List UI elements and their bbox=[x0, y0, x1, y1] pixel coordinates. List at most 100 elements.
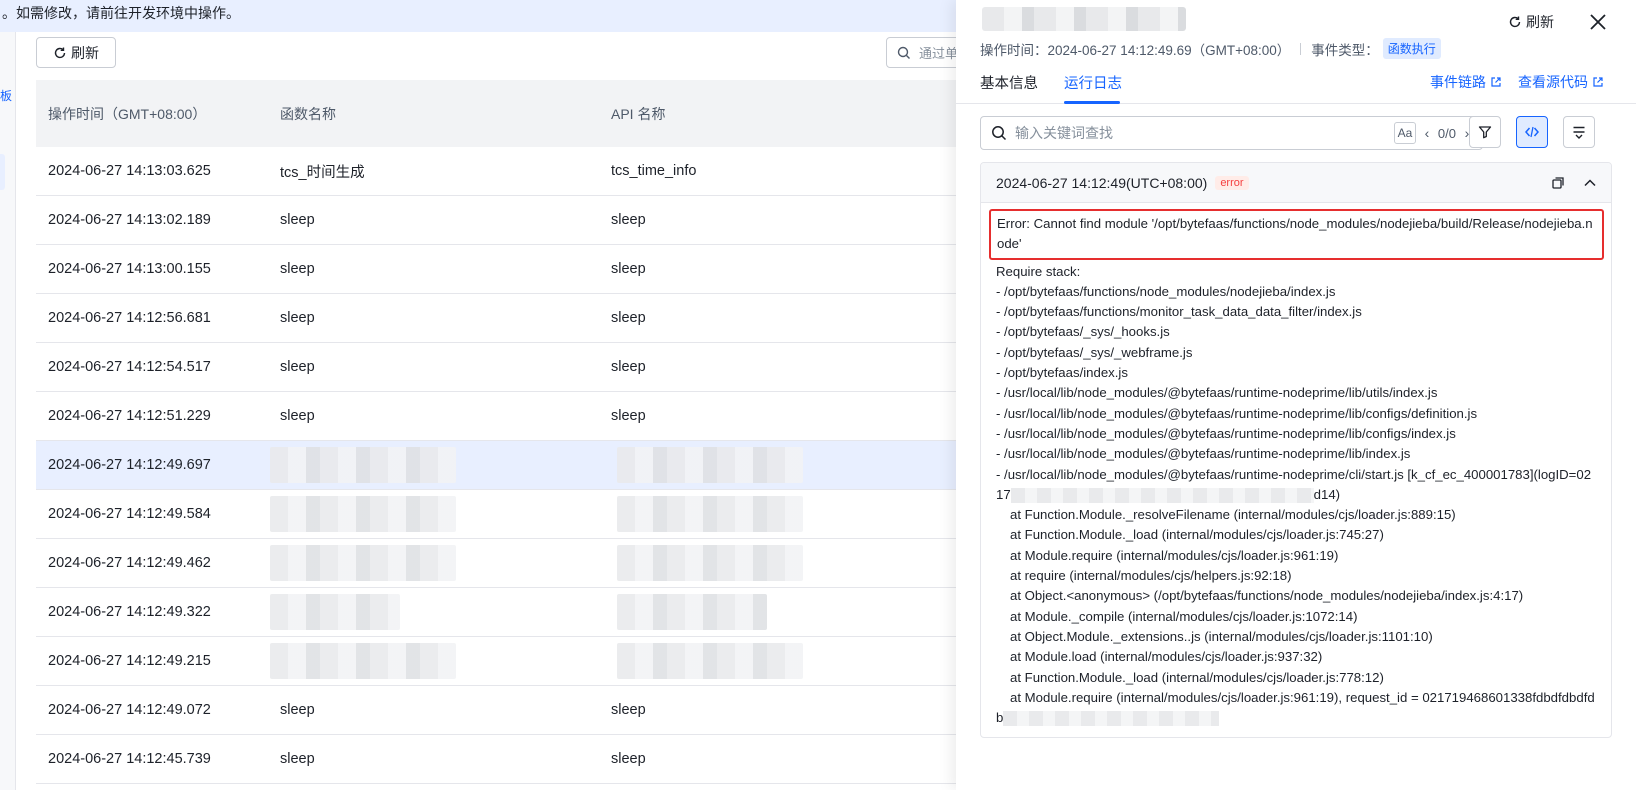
redacted-api-name bbox=[617, 594, 767, 630]
cell-api bbox=[599, 643, 956, 679]
cell-time: 2024-06-27 14:12:45.739 bbox=[48, 751, 211, 767]
function-log-page: 。如需修改，请前往开发环境中操作。 板 刷新 通过单 操作时间（GMT+08:0… bbox=[0, 0, 956, 790]
table-row[interactable]: 2024-06-27 14:12:54.517 sleep sleep bbox=[36, 343, 956, 392]
table-row[interactable]: 2024-06-27 14:12:49.072 sleep sleep bbox=[36, 686, 956, 735]
stack-frame-line: at Object.Module._extensions..js (intern… bbox=[1010, 628, 1433, 644]
keyword-search-input[interactable] bbox=[1015, 125, 1394, 141]
collapse-all-button[interactable] bbox=[1563, 116, 1595, 148]
cell-time: 2024-06-27 14:13:02.189 bbox=[48, 212, 211, 228]
search-icon bbox=[897, 46, 910, 59]
cell-api bbox=[599, 447, 956, 483]
cell-time: 2024-06-27 14:13:03.625 bbox=[48, 163, 211, 179]
table-row[interactable]: 2024-06-27 14:12:45.739 sleep sleep bbox=[36, 735, 956, 784]
cell-api: sleep bbox=[611, 212, 646, 228]
filter-search-placeholder: 通过单 bbox=[919, 46, 956, 61]
code-view-toggle[interactable] bbox=[1516, 116, 1548, 148]
chevron-up-icon[interactable] bbox=[1583, 176, 1597, 190]
drawer-refresh-button[interactable]: 刷新 bbox=[1508, 12, 1554, 32]
redacted-api-name bbox=[617, 545, 803, 581]
request-tail-prefix: b bbox=[996, 710, 1004, 726]
prev-match-icon[interactable]: ‹ bbox=[1420, 125, 1434, 141]
stack-line: - /usr/local/lib/node_modules/@bytefaas/… bbox=[996, 466, 1592, 482]
match-counter: 0/0 bbox=[1437, 125, 1456, 141]
event-trace-link[interactable]: 事件链路 bbox=[1430, 72, 1502, 92]
log-entry-header[interactable]: 2024-06-27 14:12:49(UTC+08:00) error bbox=[981, 163, 1611, 203]
copy-icon[interactable] bbox=[1551, 176, 1565, 190]
cell-api bbox=[599, 545, 956, 581]
cell-function: sleep bbox=[280, 359, 315, 375]
table-row[interactable]: 2024-06-27 14:12:56.681 sleep sleep bbox=[36, 294, 956, 343]
log-entry-body: Error: Cannot find module '/opt/bytefaas… bbox=[981, 203, 1611, 728]
cell-function: sleep bbox=[280, 408, 315, 424]
cell-function: sleep bbox=[280, 310, 315, 326]
stack-line: - /opt/bytefaas/functions/node_modules/n… bbox=[996, 283, 1336, 299]
table-row[interactable]: 2024-06-27 14:12:51.229 sleep sleep bbox=[36, 392, 956, 441]
refresh-button[interactable]: 刷新 bbox=[36, 37, 116, 68]
side-nav-label[interactable]: 板 bbox=[0, 87, 12, 104]
error-message-highlight: Error: Cannot find module '/opt/bytefaas… bbox=[989, 209, 1604, 260]
drawer-title-redacted bbox=[982, 7, 1186, 31]
cell-api bbox=[599, 594, 956, 630]
redacted-api-name bbox=[617, 496, 803, 532]
filter-icon bbox=[1478, 126, 1492, 139]
stack-line: - /opt/bytefaas/_sys/_hooks.js bbox=[996, 324, 1170, 340]
table-row[interactable]: 2024-06-27 14:12:49.462 bbox=[36, 539, 956, 588]
column-header-api[interactable]: API 名称 bbox=[599, 104, 956, 124]
table-row[interactable]: 2024-06-27 14:12:49.322 bbox=[36, 588, 956, 637]
cell-time: 2024-06-27 14:12:54.517 bbox=[48, 359, 211, 375]
cell-time: 2024-06-27 14:12:49.462 bbox=[48, 555, 211, 571]
event-type-badge: 函数执行 bbox=[1382, 38, 1441, 59]
log-line-request-tail: b bbox=[996, 708, 1597, 728]
cell-time: 2024-06-27 14:12:49.072 bbox=[48, 702, 211, 718]
stack-lines: Require stack: - /opt/bytefaas/functions/… bbox=[996, 262, 1597, 485]
table-row[interactable]: 2024-06-27 14:13:00.155 sleep sleep bbox=[36, 245, 956, 294]
drawer-refresh-label: 刷新 bbox=[1526, 14, 1554, 30]
close-icon[interactable] bbox=[1586, 10, 1610, 34]
cell-api: sleep bbox=[611, 751, 646, 767]
redacted-function-name bbox=[270, 643, 456, 679]
cell-function bbox=[268, 594, 599, 630]
redacted-function-name bbox=[270, 594, 400, 630]
redacted-function-name bbox=[270, 447, 456, 483]
cell-api: tcs_time_info bbox=[611, 163, 697, 179]
view-source-link[interactable]: 查看源代码 bbox=[1518, 72, 1604, 92]
side-nav: 板 bbox=[0, 32, 16, 790]
redacted-api-name bbox=[617, 447, 803, 483]
side-nav-selected-indicator bbox=[0, 154, 5, 190]
log-detail-drawer: 刷新 操作时间： 2024-06-27 14:12:49.69（GMT+08:0… bbox=[956, 0, 1636, 790]
table-body: 2024-06-27 14:13:03.625 tcs_时间生成 tcs_time_… bbox=[36, 147, 956, 784]
stack-frame-line: at require (internal/modules/cjs/helpers… bbox=[1010, 568, 1292, 584]
table-row[interactable]: 2024-06-27 14:12:49.215 bbox=[36, 637, 956, 686]
refresh-icon bbox=[1509, 16, 1521, 28]
event-trace-label: 事件链路 bbox=[1430, 74, 1486, 90]
column-header-time[interactable]: 操作时间（GMT+08:00） bbox=[36, 104, 268, 124]
external-link-icon bbox=[1491, 77, 1501, 87]
stack-frame-line: at Module.require (internal/modules/cjs/… bbox=[1010, 547, 1339, 563]
cell-function: sleep bbox=[280, 751, 315, 767]
logid-suffix: d14) bbox=[1313, 486, 1341, 502]
stack-frame-line: at Module._compile (internal/modules/cjs… bbox=[1010, 608, 1358, 624]
table-row[interactable]: 2024-06-27 14:13:02.189 sleep sleep bbox=[36, 196, 956, 245]
table-row[interactable]: 2024-06-27 14:13:03.625 tcs_时间生成 tcs_time_… bbox=[36, 147, 956, 196]
match-case-toggle[interactable]: Aa bbox=[1393, 122, 1416, 144]
table-row[interactable]: 2024-06-27 14:12:49.697 bbox=[36, 441, 956, 490]
cell-time: 2024-06-27 14:12:51.229 bbox=[48, 408, 211, 424]
filter-button[interactable] bbox=[1469, 116, 1501, 148]
refresh-icon bbox=[54, 47, 66, 58]
column-header-function[interactable]: 函数名称 bbox=[268, 104, 599, 124]
cell-api: sleep bbox=[611, 310, 646, 326]
stack-line: - /usr/local/lib/node_modules/@bytefaas/… bbox=[996, 385, 1438, 401]
cell-function: tcs_时间生成 bbox=[280, 164, 365, 181]
tab-run-log[interactable]: 运行日志 bbox=[1064, 72, 1122, 93]
cell-function bbox=[268, 643, 599, 679]
tab-basic-info[interactable]: 基本信息 bbox=[980, 72, 1038, 93]
table-header: 操作时间（GMT+08:00） 函数名称 API 名称 bbox=[36, 80, 956, 147]
meta-time-label: 操作时间： bbox=[980, 42, 1048, 58]
table-row[interactable]: 2024-06-27 14:12:49.584 bbox=[36, 490, 956, 539]
meta-divider bbox=[1300, 42, 1302, 55]
cell-api: sleep bbox=[611, 261, 646, 277]
readonly-notice: 。如需修改，请前往开发环境中操作。 bbox=[0, 0, 956, 32]
stack-frame-line: at Function.Module._load (internal/modul… bbox=[1010, 669, 1384, 685]
cell-time: 2024-06-27 14:12:49.584 bbox=[48, 506, 211, 522]
filter-search-input[interactable]: 通过单 bbox=[886, 37, 956, 68]
